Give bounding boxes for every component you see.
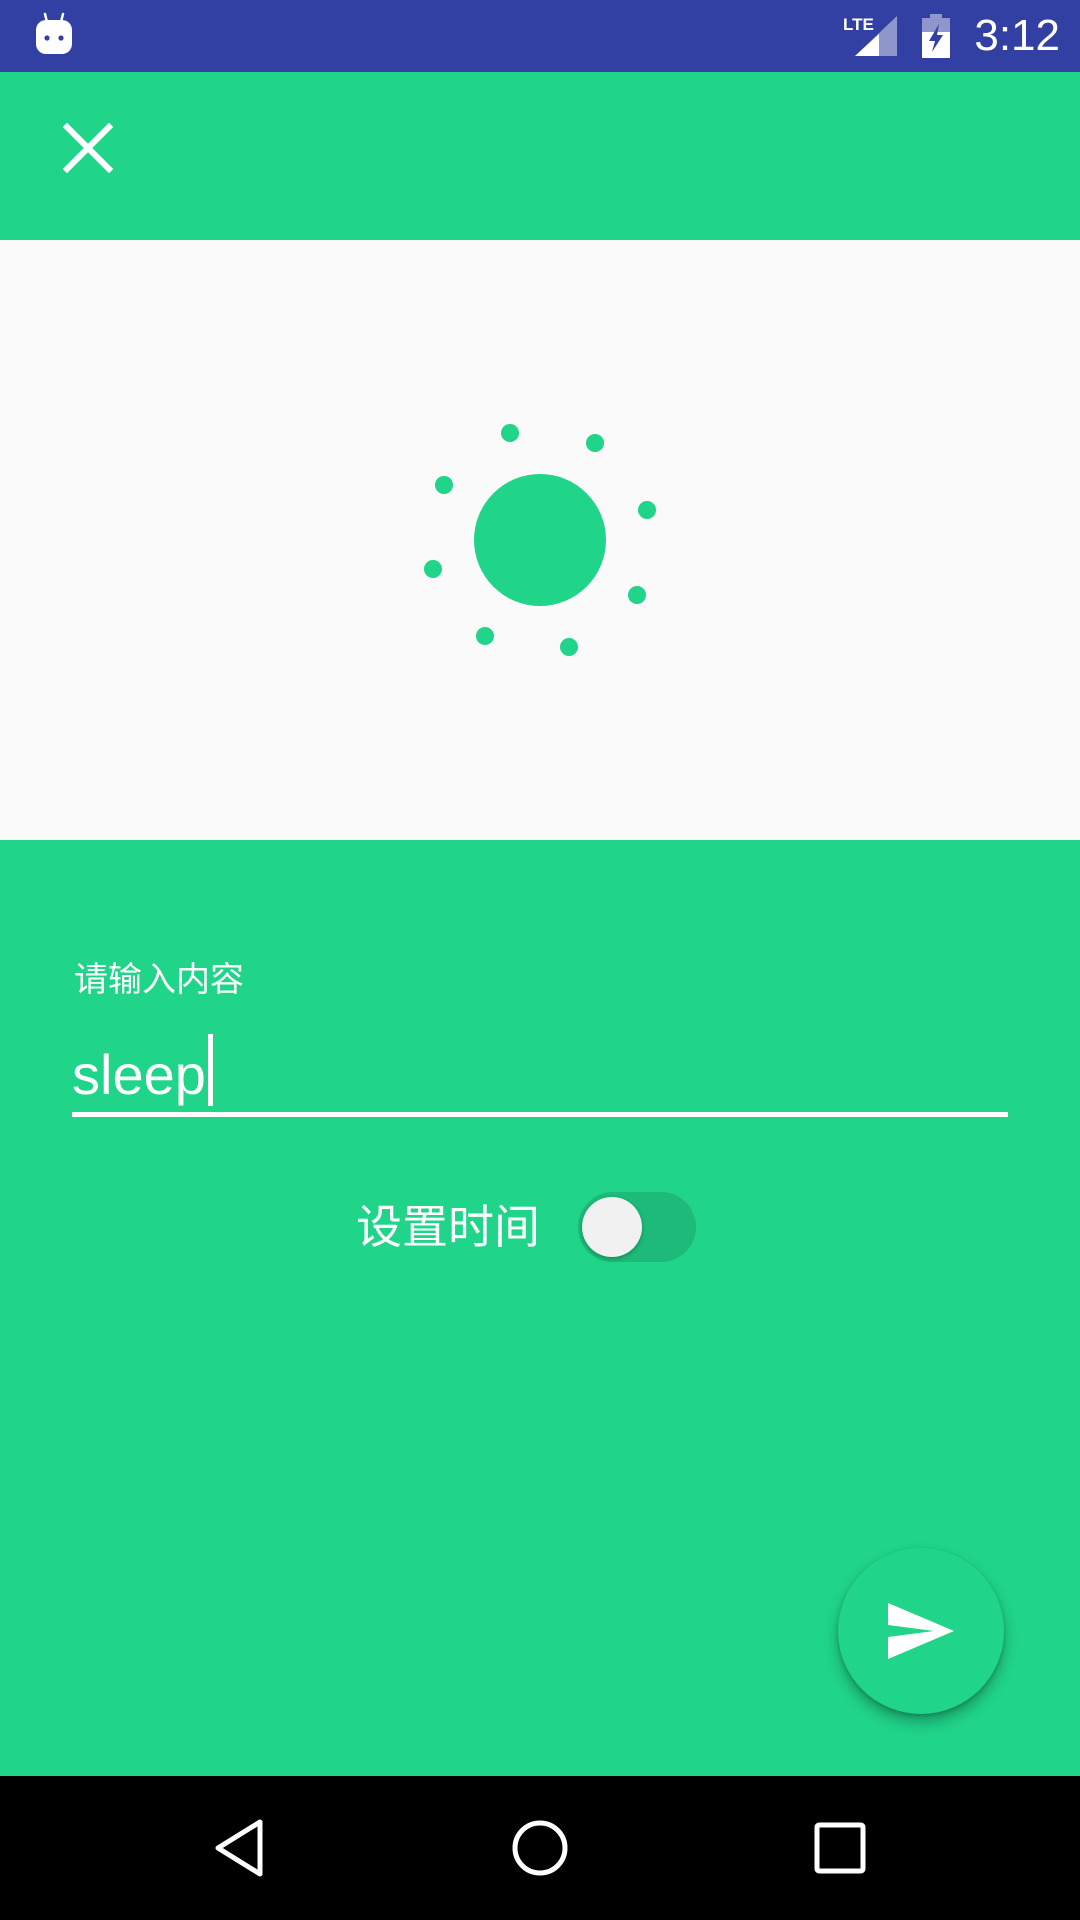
toolbar (0, 72, 1080, 240)
home-button[interactable] (490, 1798, 590, 1898)
send-button[interactable] (838, 1548, 1004, 1714)
android-icon (36, 12, 72, 54)
recents-button[interactable] (790, 1798, 890, 1898)
input-underline (72, 1112, 1008, 1117)
send-icon (888, 1603, 954, 1659)
input-label: 请输入内容 (74, 960, 244, 1000)
close-icon (63, 123, 113, 173)
set-time-switch[interactable] (576, 1190, 698, 1264)
set-time-row: 设置时间 (356, 1182, 706, 1272)
content-input-text: sleep (72, 1043, 206, 1106)
navigation-bar (0, 1776, 1080, 1920)
back-icon (215, 1819, 263, 1877)
content-input-value[interactable]: sleep (72, 1034, 213, 1107)
home-icon (512, 1820, 568, 1876)
recents-icon (814, 1822, 866, 1874)
content-input[interactable]: sleep (72, 1012, 1008, 1124)
lte-signal-icon: LTE (843, 15, 897, 56)
close-button[interactable] (48, 108, 128, 188)
page: LTE 3:12 请输入内容 sleep 设置时间 (0, 0, 1080, 1920)
sun-icon (424, 424, 656, 656)
form-area: 请输入内容 sleep 设置时间 (0, 840, 1080, 1776)
status-clock: 3:12 (974, 11, 1060, 60)
switch-thumb (582, 1197, 642, 1257)
status-bar: LTE 3:12 (0, 0, 1080, 72)
back-button[interactable] (190, 1798, 290, 1898)
svg-text:LTE: LTE (843, 15, 874, 34)
illustration-panel (0, 240, 1080, 840)
battery-charging-icon (922, 14, 950, 58)
set-time-label: 设置时间 (356, 1200, 540, 1254)
text-cursor (207, 1034, 213, 1106)
